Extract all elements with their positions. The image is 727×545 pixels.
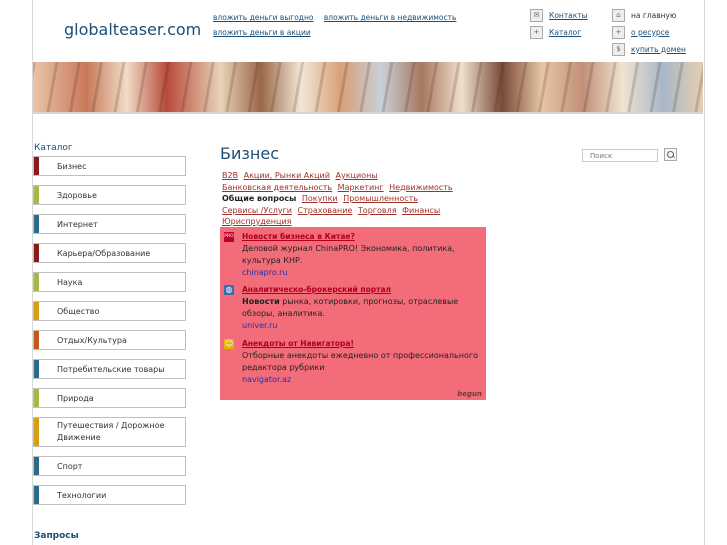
plus-icon: + [612,25,625,39]
category-color-marker [34,186,39,204]
sidebar-item[interactable]: Путешествия / Дорожное Движение [33,417,186,447]
category-color-marker [34,331,39,349]
home-icon: ⌂ [612,8,625,22]
subcategory-tag[interactable]: Сервисы /Услуги [222,206,292,215]
ad-text-bold: Новости [242,297,280,306]
subcategory-tag[interactable]: Финансы [402,206,440,215]
sidebar-item-label: Здоровье [57,190,97,200]
about-link[interactable]: о ресурсе [631,28,669,37]
sidebar-item-label: Карьера/Образование [57,248,151,258]
top-link[interactable]: вложить деньги выгодно [213,13,313,22]
sidebar-item-label: Бизнес [57,161,87,171]
ad-title-link[interactable]: Новости бизнеса в Китае? [242,231,486,243]
sidebar-item[interactable]: Карьера/Образование [33,243,186,263]
sidebar-item[interactable]: Технологии [33,485,186,505]
ad-block: begun PRO Новости бизнеса в Китае? Деловой… [220,227,486,400]
subcategory-tag[interactable]: Банковская деятельность [222,183,332,192]
site-logo-title[interactable]: globalteaser.com [64,20,201,39]
subcategory-tag[interactable]: Аукционы [336,171,378,180]
subcategory-tag[interactable]: Маркетинг [338,183,384,192]
sidebar-item-label: Технологии [57,490,107,500]
dollar-icon: $ [612,42,625,56]
subcategory-tag[interactable]: B2B [222,171,238,180]
ad-title-link[interactable]: Анекдоты от Навигатора! [242,338,486,350]
subcategory-tag[interactable]: Покупки [302,194,338,203]
subcategory-tag[interactable]: Акции, Рынки Акций [244,171,330,180]
sidebar-item-label: Отдых/Культура [57,335,127,345]
sidebar-item[interactable]: Интернет [33,214,186,234]
pro-icon: PRO [224,232,234,242]
sidebar-category-list: Бизнес Здоровье Интернет Карьера/Образовани… [33,156,186,514]
sidebar-item[interactable]: Общество [33,301,186,321]
category-color-marker [34,486,39,504]
sidebar-item[interactable]: Природа [33,388,186,408]
search-icon[interactable] [664,148,677,161]
sidebar-item[interactable]: Отдых/Культура [33,330,186,350]
sidebar-item-label: Интернет [57,219,98,229]
ad-url-link[interactable]: navigator.az [242,373,486,387]
buy-domain-link[interactable]: купить домен [631,45,686,54]
subcategory-tag[interactable]: Торговля [358,206,397,215]
sidebar-item[interactable]: Здоровье [33,185,186,205]
ad-text-body: Отборные анекдоты ежедневно от профессио… [242,351,478,372]
top-link[interactable]: вложить деньги в недвижимость [324,13,457,22]
plus-icon: + [530,25,543,39]
category-color-marker [34,215,39,233]
subcategory-tag[interactable]: Общие вопросы [222,194,296,203]
subcategory-tag[interactable]: Юриспруденция [222,217,292,226]
sidebar-item-label: Наука [57,277,83,287]
sidebar-item[interactable]: Потребительские товары [33,359,186,379]
utility-links-left: ✉ Контакты + Каталог [530,7,588,41]
sidebar-item-label: Природа [57,393,94,403]
requests-heading: Запросы [34,531,79,541]
sidebar-item-label: Общество [57,306,100,316]
search-input[interactable] [582,149,658,162]
subcategory-tag[interactable]: Промышленность [343,194,418,203]
ad-text: Новости рынка, котировки, прогнозы, отра… [242,296,486,319]
ad-item: ◍ Аналитическо-брокерский портал Новости р… [224,284,486,333]
sidebar-item-label: Потребительские товары [57,364,165,374]
ad-text-body: Деловой журнал ChinaPRO! Экономика, поли… [242,244,455,265]
top-link[interactable]: вложить деньги в акции [213,28,311,37]
home-label: на главную [631,10,677,20]
category-color-marker [34,273,39,291]
category-color-marker [34,360,39,378]
ad-url-link[interactable]: chinapro.ru [242,266,486,280]
sidebar-item-label: Путешествия / Дорожное Движение [57,421,165,442]
category-color-marker [34,389,39,407]
contacts-link[interactable]: Контакты [549,11,588,20]
header-banner-image [33,62,703,112]
category-color-marker [34,457,39,475]
ad-item: PRO Новости бизнеса в Китае? Деловой журна… [224,231,486,280]
ad-text: Отборные анекдоты ежедневно от профессио… [242,350,486,373]
ad-text: Деловой журнал ChinaPRO! Экономика, поли… [242,243,486,266]
subcategory-tag[interactable]: Страхование [298,206,353,215]
sidebar-item[interactable]: Наука [33,272,186,292]
catalog-link[interactable]: Каталог [549,28,581,37]
subcategory-tag[interactable]: Недвижимость [389,183,453,192]
ad-brand-label[interactable]: begun [457,390,482,398]
sidebar-item[interactable]: Спорт [33,456,186,476]
category-color-marker [34,302,39,320]
category-color-marker [34,157,39,175]
ad-url-link[interactable]: univer.ru [242,319,486,333]
category-color-marker [34,418,39,446]
globe-icon: ◍ [224,285,234,295]
subcategory-tags: B2B Акции, Рынки Акций Аукционы Банковск… [222,170,492,228]
page-title: Бизнес [220,144,279,163]
sidebar-item-label: Спорт [57,461,83,471]
top-links: вложить деньги выгодно вложить деньги в … [213,10,464,40]
ad-title-link[interactable]: Аналитическо-брокерский портал [242,284,486,296]
category-color-marker [34,244,39,262]
ad-item: ☺ Анекдоты от Навигатора! Отборные анекдот… [224,338,486,387]
smile-icon: ☺ [224,339,234,349]
sidebar-item[interactable]: Бизнес [33,156,186,176]
sidebar-heading: Каталог [34,143,73,153]
utility-links-right: ⌂ на главную + о ресурсе $ купить домен [612,7,686,58]
mail-icon: ✉ [530,8,543,22]
banner-divider [33,112,703,114]
